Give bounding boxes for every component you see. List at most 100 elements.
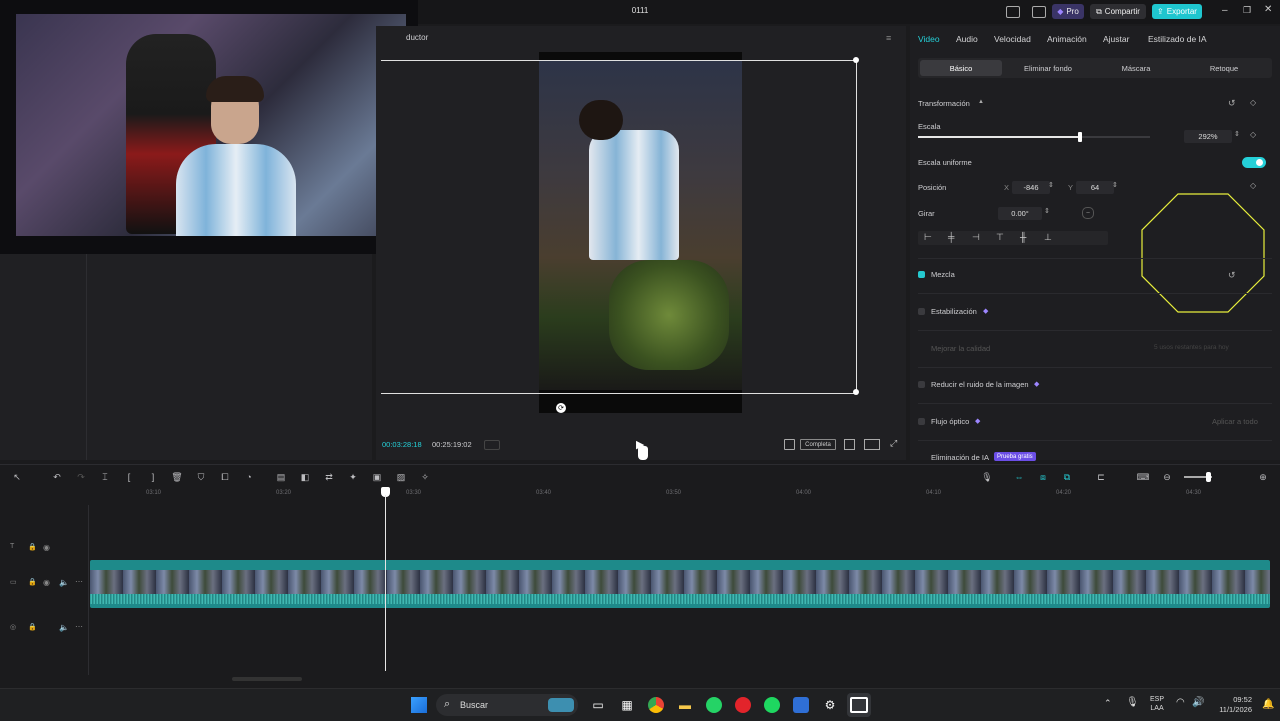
whatsapp-icon[interactable] bbox=[702, 693, 726, 717]
lock-icon[interactable]: 🔒 bbox=[28, 543, 37, 551]
position-x-input[interactable]: -846 bbox=[1012, 181, 1050, 194]
spotify-icon[interactable] bbox=[760, 693, 784, 717]
zoom-thumb[interactable] bbox=[1206, 472, 1211, 482]
capcut-icon[interactable] bbox=[847, 693, 871, 717]
split-right-icon[interactable]: ] bbox=[146, 470, 160, 484]
resize-handle-top-right[interactable] bbox=[853, 57, 859, 63]
tab-adjust[interactable]: Ajustar bbox=[1103, 34, 1129, 44]
blend-reset-icon[interactable]: ↺ bbox=[1228, 270, 1236, 281]
zoom-out-icon[interactable]: ⊖ bbox=[1160, 470, 1174, 484]
panel-icon[interactable] bbox=[1032, 6, 1046, 18]
align-center-h-icon[interactable]: ╪ bbox=[948, 232, 954, 242]
rotate-handle-icon[interactable]: ⟳ bbox=[556, 403, 566, 413]
layout-icon[interactable] bbox=[1006, 6, 1020, 18]
subtab-retouch[interactable]: Retoque bbox=[1180, 60, 1268, 76]
minimize-icon[interactable]: – bbox=[1222, 5, 1228, 16]
speed-icon[interactable]: ◔ bbox=[242, 470, 256, 484]
rotate-stepper-icon[interactable]: ⇕ bbox=[1044, 207, 1050, 215]
align-bottom-icon[interactable]: ⊥ bbox=[1044, 232, 1052, 243]
apply-all-button[interactable]: Aplicar a todo bbox=[1212, 417, 1258, 426]
split-left-icon[interactable]: [ bbox=[122, 470, 136, 484]
folder-icon[interactable]: ▬ bbox=[673, 693, 697, 717]
rotate-input[interactable]: 0.00° bbox=[998, 207, 1042, 220]
redo-icon[interactable]: ↷ bbox=[74, 470, 88, 484]
crop-icon[interactable] bbox=[784, 439, 795, 450]
subtab-remove-bg[interactable]: Eliminar fondo bbox=[1006, 60, 1090, 76]
notification-icon[interactable]: 🔔 bbox=[1262, 699, 1274, 710]
blend-checkbox[interactable] bbox=[918, 271, 925, 278]
windows-start-icon[interactable] bbox=[407, 693, 431, 717]
scale-stepper-icon[interactable]: ⇕ bbox=[1234, 130, 1240, 138]
chrome-icon[interactable] bbox=[644, 693, 668, 717]
snap-icon[interactable]: ⧉ bbox=[1060, 470, 1074, 484]
tab-speed[interactable]: Velocidad bbox=[994, 34, 1031, 44]
reset-icon[interactable]: ↺ bbox=[1228, 98, 1236, 109]
split-icon[interactable]: ⌶ bbox=[98, 470, 112, 484]
clock[interactable]: 09:52 11/1/2026 bbox=[1214, 695, 1252, 715]
delete-icon[interactable]: 🗑 bbox=[170, 470, 184, 484]
wifi-icon[interactable]: ◠ bbox=[1176, 697, 1185, 708]
timecode-toggle-icon[interactable] bbox=[484, 440, 500, 450]
rotate-dial-icon[interactable]: – bbox=[1082, 207, 1094, 219]
language-indicator[interactable]: ESP LAA bbox=[1150, 695, 1164, 713]
align-right-icon[interactable]: ⊣ bbox=[972, 232, 980, 243]
undo-icon[interactable]: ↶ bbox=[50, 470, 64, 484]
ai-effects-icon[interactable]: ✧ bbox=[418, 470, 432, 484]
timeline-scrollbar[interactable] bbox=[232, 677, 302, 681]
subtab-mask[interactable]: Máscara bbox=[1094, 60, 1178, 76]
zoom-slider[interactable] bbox=[1184, 472, 1212, 482]
mic-tray-icon[interactable]: 🎙 bbox=[1126, 697, 1139, 708]
noise-checkbox[interactable] bbox=[918, 381, 925, 388]
image-icon[interactable]: ▨ bbox=[394, 470, 408, 484]
pro-button[interactable]: ◆ Pro bbox=[1052, 4, 1084, 19]
scale-slider-thumb[interactable] bbox=[1078, 132, 1083, 142]
position-y-input[interactable]: 64 bbox=[1076, 181, 1114, 194]
video-clip[interactable] bbox=[90, 560, 1270, 608]
task-view-icon[interactable]: ▭ bbox=[586, 693, 610, 717]
fullscreen-icon[interactable]: ⤢ bbox=[890, 438, 897, 449]
magic-icon[interactable]: ✦ bbox=[346, 470, 360, 484]
keyframe-icon[interactable]: ◇ bbox=[1250, 98, 1256, 107]
chevron-up-icon[interactable]: ⌃ bbox=[1104, 698, 1112, 709]
pos-y-stepper-icon[interactable]: ⇕ bbox=[1112, 181, 1118, 189]
subtab-basic[interactable]: Básico bbox=[920, 60, 1002, 76]
preview-axis-icon[interactable]: ⊏ bbox=[1094, 470, 1108, 484]
playhead-line[interactable] bbox=[385, 495, 386, 671]
lock-icon[interactable]: 🔒 bbox=[28, 578, 37, 586]
resize-handle-bottom-right[interactable] bbox=[853, 389, 859, 395]
red-app-icon[interactable] bbox=[731, 693, 755, 717]
aspect-icon[interactable]: ▣ bbox=[370, 470, 384, 484]
tab-animation[interactable]: Animación bbox=[1047, 34, 1087, 44]
maximize-icon[interactable]: ❐ bbox=[1243, 5, 1251, 16]
volume-icon[interactable]: 🔊 bbox=[1192, 697, 1204, 708]
search-box[interactable]: ⌕ Buscar bbox=[436, 694, 578, 716]
align-left-icon[interactable]: ⊢ bbox=[924, 232, 932, 243]
magnet-icon[interactable]: ⧈ bbox=[1036, 470, 1050, 484]
align-center-v-icon[interactable]: ╫ bbox=[1020, 232, 1026, 242]
flow-checkbox[interactable] bbox=[918, 418, 925, 425]
tab-audio[interactable]: Audio bbox=[956, 34, 978, 44]
mic-icon[interactable]: 🎙 bbox=[980, 470, 994, 484]
scale-keyframe-icon[interactable]: ◇ bbox=[1250, 130, 1256, 139]
position-keyframe-icon[interactable]: ◇ bbox=[1250, 181, 1256, 190]
settings-app-icon[interactable]: ⚙ bbox=[818, 693, 842, 717]
freeze-icon[interactable]: ▤ bbox=[274, 470, 288, 484]
captions-icon[interactable]: ⌨ bbox=[1136, 470, 1150, 484]
pos-x-stepper-icon[interactable]: ⇕ bbox=[1048, 181, 1054, 189]
marker-icon[interactable]: ⛉ bbox=[194, 470, 208, 484]
selection-box[interactable] bbox=[381, 60, 857, 394]
link-icon[interactable]: ⇔ bbox=[1012, 470, 1026, 484]
align-top-icon[interactable]: ⊤ bbox=[996, 232, 1004, 243]
close-icon[interactable]: ✕ bbox=[1264, 4, 1272, 15]
select-tool-icon[interactable]: ↖ bbox=[10, 470, 24, 484]
quality-icon[interactable] bbox=[864, 439, 880, 450]
add-track-icon[interactable]: ⊕ bbox=[1256, 470, 1270, 484]
more-icon[interactable]: ⋯ bbox=[75, 577, 83, 586]
share-button[interactable]: ⧉ Compartir bbox=[1090, 4, 1146, 19]
reverse-icon[interactable]: ⇄ bbox=[322, 470, 336, 484]
export-button[interactable]: ⇪ Exportar bbox=[1152, 4, 1202, 19]
tab-video[interactable]: Video bbox=[918, 34, 940, 44]
stabilize-checkbox[interactable] bbox=[918, 308, 925, 315]
lock-icon[interactable]: 🔒 bbox=[28, 623, 37, 631]
menu-icon[interactable]: ≡ bbox=[886, 33, 891, 43]
